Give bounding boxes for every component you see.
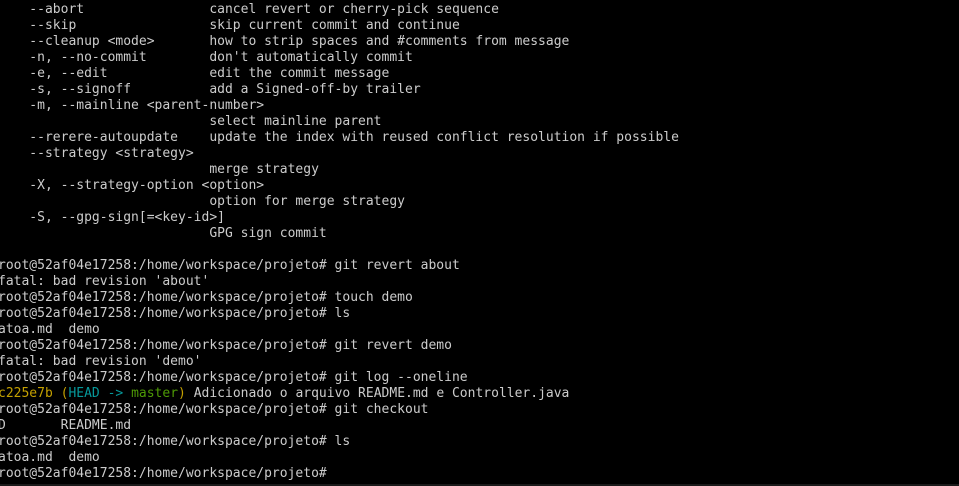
help-line-mainline: -m, --mainline <parent-number>: [0, 98, 265, 113]
help-line-mainline-desc: select mainline parent: [0, 114, 382, 129]
help-line-rerere: --rerere-autoupdate update the index wit…: [0, 130, 679, 145]
error-line: fatal: bad revision 'about': [0, 274, 210, 289]
commit-hash: c225e7b: [0, 386, 53, 401]
terminal-window[interactable]: --abort cancel revert or cherry-pick seq…: [0, 0, 959, 486]
prompt-line: root@52af04e17258:/home/workspace/projet…: [0, 402, 429, 417]
ref-paren-close: ): [178, 386, 186, 401]
help-line-signoff: -s, --signoff add a Signed-off-by traile…: [0, 82, 421, 97]
prompt-line: root@52af04e17258:/home/workspace/projet…: [0, 258, 460, 273]
help-line-gpg-sign-desc: GPG sign commit: [0, 226, 327, 241]
prompt-line: root@52af04e17258:/home/workspace/projet…: [0, 306, 351, 321]
prompt-line: root@52af04e17258:/home/workspace/projet…: [0, 370, 468, 385]
head-ref: HEAD ->: [68, 386, 132, 401]
output-line: D README.md: [0, 418, 132, 433]
help-line-cleanup: --cleanup <mode> how to strip spaces and…: [0, 34, 570, 49]
active-prompt-line[interactable]: root@52af04e17258:/home/workspace/projet…: [0, 466, 327, 482]
help-line-strategy-option-desc: option for merge strategy: [0, 194, 405, 209]
branch-ref: master: [131, 386, 179, 401]
help-line-strategy-desc: merge strategy: [0, 162, 319, 177]
help-line-edit: -e, --edit edit the commit message: [0, 66, 390, 81]
help-line-no-commit: -n, --no-commit don't automatically comm…: [0, 50, 413, 65]
git-log-line: c225e7b (HEAD -> master) Adicionado o ar…: [0, 386, 569, 402]
prompt-line: root@52af04e17258:/home/workspace/projet…: [0, 338, 452, 353]
output-line: atoa.md demo: [0, 322, 100, 337]
help-line-strategy-option: -X, --strategy-option <option>: [0, 178, 265, 193]
help-line-abort: --abort cancel revert or cherry-pick seq…: [0, 2, 499, 17]
output-line: atoa.md demo: [0, 450, 100, 465]
commit-message: Adicionado o arquivo README.md e Control…: [185, 386, 570, 401]
error-line: fatal: bad revision 'demo': [0, 354, 202, 369]
prompt-line: root@52af04e17258:/home/workspace/projet…: [0, 290, 413, 305]
help-line-gpg-sign: -S, --gpg-sign[=<key-id>]: [0, 210, 225, 225]
prompt-line: root@52af04e17258:/home/workspace/projet…: [0, 434, 351, 449]
help-line-strategy: --strategy <strategy>: [0, 146, 194, 161]
help-line-skip: --skip skip current commit and continue: [0, 18, 460, 33]
ref-paren-open: (: [52, 386, 69, 401]
